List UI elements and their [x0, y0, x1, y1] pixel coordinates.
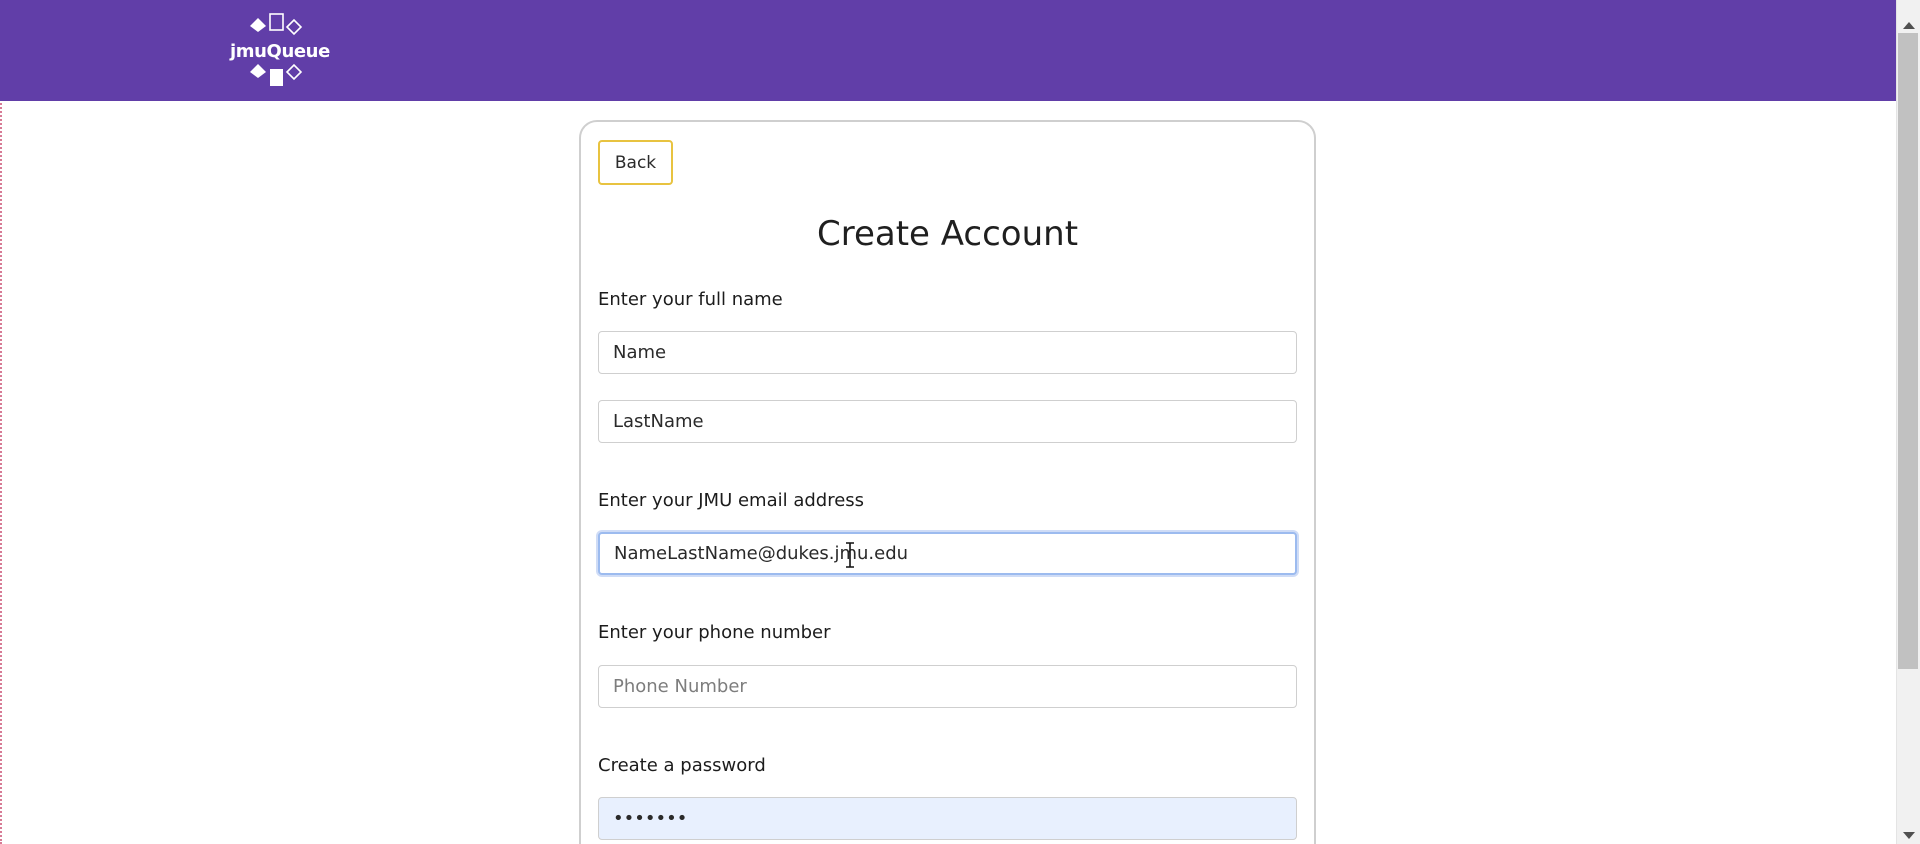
top-navbar: jmuQueue: [0, 0, 1896, 101]
password-field[interactable]: [598, 797, 1297, 840]
full-name-label: Enter your full name: [598, 289, 783, 310]
back-button[interactable]: Back: [598, 140, 673, 185]
jmuqueue-logo[interactable]: jmuQueue: [230, 12, 330, 88]
logo-wordmark: jmuQueue: [230, 41, 330, 62]
page: jmuQueue Back Create Account Enter your …: [0, 0, 1920, 844]
email-field[interactable]: [598, 532, 1297, 575]
page-edge-marker: [0, 0, 2, 844]
i-beam-cursor-icon: [846, 542, 854, 568]
email-label: Enter your JMU email address: [598, 490, 865, 511]
scrollbar-thumb[interactable]: [1898, 33, 1918, 669]
password-label: Create a password: [598, 755, 766, 776]
first-name-field[interactable]: [598, 331, 1297, 374]
last-name-field[interactable]: [598, 400, 1297, 443]
phone-label: Enter your phone number: [598, 622, 831, 643]
phone-field[interactable]: [598, 665, 1297, 708]
scroll-down-arrow-icon[interactable]: [1903, 832, 1915, 839]
scroll-up-arrow-icon[interactable]: [1903, 22, 1915, 29]
page-title: Create Account: [816, 214, 1079, 254]
